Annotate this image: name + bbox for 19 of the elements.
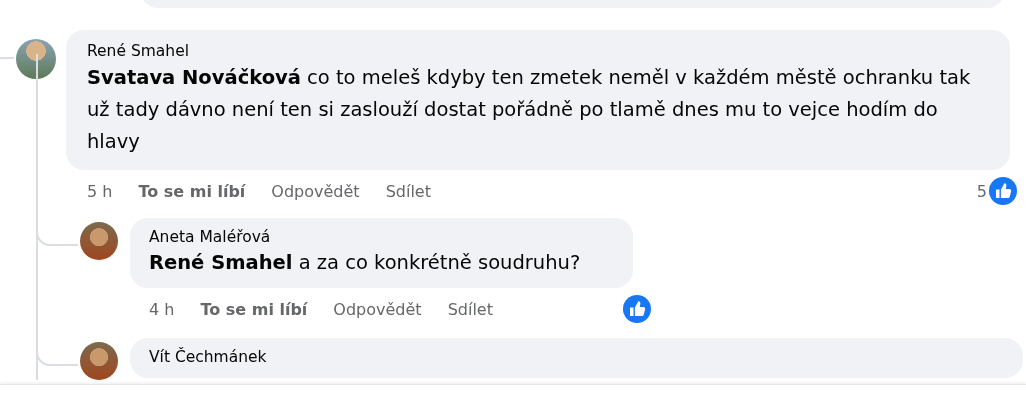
like-icon[interactable] (989, 177, 1017, 205)
action-link[interactable]: Sdílet (447, 299, 493, 319)
avatar[interactable] (80, 222, 118, 260)
author-name[interactable]: Aneta Maléřová (149, 228, 615, 246)
avatar[interactable] (16, 39, 56, 79)
action-link[interactable]: Sdílet (385, 181, 431, 201)
action-link[interactable]: Odpovědět (333, 299, 422, 319)
action-link[interactable]: Odpovědět (271, 181, 360, 201)
avatar[interactable] (80, 342, 118, 380)
comment-time[interactable]: 4 h (149, 299, 175, 319)
comment-text: René Smahel a za co konkrétně soudruhu? (149, 250, 582, 276)
author-name[interactable]: Vít Čechmánek (149, 348, 1005, 366)
comment-text: Svatava Nováčková co to meleš kdyby ten zmetek neměl v každém městě ochranku tak už tady dávno není ten si zaslouží dostat pořádně po tlamě dnes mu to vejce hodím do hlavy (87, 65, 972, 155)
comment-time[interactable]: 5 h (87, 181, 113, 201)
reaction-count[interactable]: 5 (976, 181, 987, 201)
action-link[interactable]: To se mi líbí (138, 181, 246, 201)
author-name[interactable]: René Smahel (87, 42, 988, 60)
action-link[interactable]: To se mi líbí (200, 299, 308, 319)
like-icon[interactable] (623, 295, 651, 323)
